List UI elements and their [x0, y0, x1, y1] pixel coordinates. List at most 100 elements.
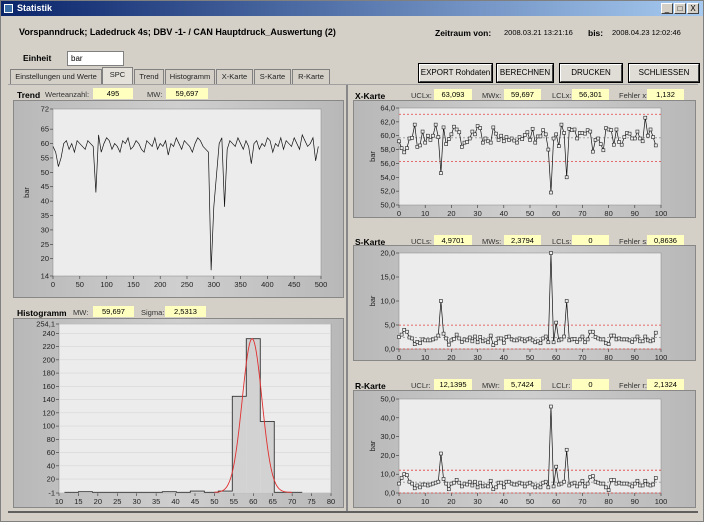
data-point: [412, 122, 417, 127]
y-tick-label: 20: [47, 475, 55, 484]
data-point: [598, 142, 603, 146]
data-point: [402, 150, 407, 155]
data-point: [546, 485, 551, 490]
data-point: [588, 129, 593, 134]
x-ucl-value: 63,093: [434, 89, 472, 100]
x-tick-label: 70: [578, 209, 586, 218]
trend-chart: 0 50 100 150 200 250 300 350 400 450 500 14 20 25 30 35…: [22, 105, 327, 290]
x-tick-label: 100: [100, 280, 113, 289]
y-tick-label: 100: [42, 422, 55, 431]
data-point: [572, 337, 577, 341]
data-point: [470, 339, 475, 344]
y-axis-label: bar: [368, 295, 377, 306]
data-point: [470, 483, 475, 488]
x-tick-label: 300: [208, 280, 221, 289]
data-point: [643, 478, 648, 483]
x-tick-label: 450: [288, 280, 301, 289]
data-point: [640, 483, 645, 488]
x-mw-value: 59,697: [504, 89, 541, 100]
y-tick-label: 60: [47, 448, 55, 457]
data-point: [564, 299, 569, 303]
report-title: Vorspanndruck; Ladedruck 4s; DBV -1- / C…: [19, 27, 336, 37]
histogram-chart: 10 15 20 25 30 35 40 45 50 55 60 65 70 75 80 -1 20 40 60 80…: [36, 320, 335, 507]
schliessen-button[interactable]: SCHLIESSEN: [629, 64, 699, 82]
y-axis-label: bar: [368, 151, 377, 162]
tab-r-karte[interactable]: R-Karte: [292, 69, 330, 84]
x-tick-label: 10: [55, 497, 63, 506]
y-tick-label: -1: [48, 489, 55, 498]
x-tick-label: 70: [288, 497, 296, 506]
x-tick-label: 20: [447, 497, 455, 506]
maximize-button[interactable]: □: [674, 3, 686, 14]
data-point: [551, 340, 556, 345]
y-tick-label: 0,0: [385, 489, 395, 498]
data-point: [467, 335, 472, 340]
tab-einstellungen[interactable]: Einstellungen und Werte: [10, 69, 102, 84]
data-point: [502, 340, 506, 345]
data-point: [426, 133, 430, 138]
data-point: [564, 447, 569, 452]
s-karte-chart: 0 10 20 30 40 50 60 70 80 90 100 0,0 5,0 10,0 15,0 20,0…: [368, 249, 667, 362]
data-point: [499, 336, 503, 341]
y-tick-label: 50,0: [380, 395, 395, 404]
data-point: [612, 142, 616, 147]
data-point: [551, 484, 556, 489]
y-tick-label: 10,0: [380, 470, 395, 479]
data-point: [530, 126, 535, 131]
tab-x-karte[interactable]: X-Karte: [216, 69, 253, 84]
y-tick-label: 25: [41, 240, 49, 249]
histogram-title: Histogramm: [17, 308, 67, 318]
x-tick-label: 30: [473, 497, 481, 506]
data-point: [580, 334, 585, 339]
x-tick-label: 40: [500, 497, 508, 506]
data-point: [543, 334, 548, 339]
data-point: [428, 138, 433, 142]
y-tick-label: 140: [42, 395, 55, 404]
close-button[interactable]: X: [687, 3, 699, 14]
drucken-button[interactable]: DRUCKEN: [560, 64, 622, 82]
x-tick-label: 60: [552, 209, 560, 218]
data-point: [439, 299, 443, 303]
y-tick-label: 52,0: [380, 187, 395, 196]
r-lcl-label: LCLr:: [552, 381, 571, 390]
y-tick-label: 58,0: [380, 145, 395, 154]
data-point: [627, 131, 632, 136]
data-point: [449, 132, 454, 137]
x-tick-label: 0: [51, 280, 55, 289]
tab-s-karte[interactable]: S-Karte: [254, 69, 291, 84]
data-point: [564, 175, 569, 180]
data-point: [410, 135, 414, 140]
berechnen-button[interactable]: BERECHNEN: [497, 64, 553, 82]
y-tick-label: 40: [41, 197, 49, 206]
data-point: [454, 332, 459, 337]
minimize-button[interactable]: _: [661, 3, 673, 14]
y-tick-label: 35: [41, 211, 49, 220]
tab-panel-border: [8, 84, 698, 85]
y-axis-label: bar: [22, 187, 31, 198]
einheit-input[interactable]: bar: [67, 51, 124, 66]
data-point: [546, 147, 551, 152]
data-point: [614, 127, 619, 132]
data-point: [423, 140, 427, 145]
tab-trend[interactable]: Trend: [134, 69, 164, 84]
r-karte-chart: 0 10 20 30 40 50 60 70 80 90 100 0,0 10,0 20,0 30,0 40,…: [368, 395, 667, 507]
tab-spc[interactable]: SPC: [102, 67, 133, 84]
x-lcl-label: LCLx:: [552, 91, 572, 100]
r-lcl-value: 0: [572, 379, 609, 390]
data-point: [546, 340, 551, 345]
einheit-label: Einheit: [23, 53, 52, 63]
x-tick-label: 55: [230, 497, 238, 506]
x-tick-label: 0: [397, 209, 401, 218]
export-rohdaten-button[interactable]: EXPORT Rohdaten: [419, 64, 492, 82]
y-tick-label: 30,0: [380, 432, 395, 441]
y-tick-label: 5,0: [385, 321, 395, 330]
tab-histogramm[interactable]: Histogramm: [165, 69, 215, 84]
x-karte-chart: 0 10 20 30 40 50 60 70 80 90 100 50,0 52,0 54,0 56,0 58…: [368, 104, 667, 219]
x-tick-label: 50: [526, 209, 534, 218]
histogram-mw-label: MW:: [73, 308, 89, 317]
data-point: [585, 337, 590, 342]
r-fehler-label: Fehler r:: [619, 381, 647, 390]
data-point: [452, 337, 456, 341]
data-point: [491, 125, 496, 130]
x-tick-label: 20: [447, 209, 455, 218]
